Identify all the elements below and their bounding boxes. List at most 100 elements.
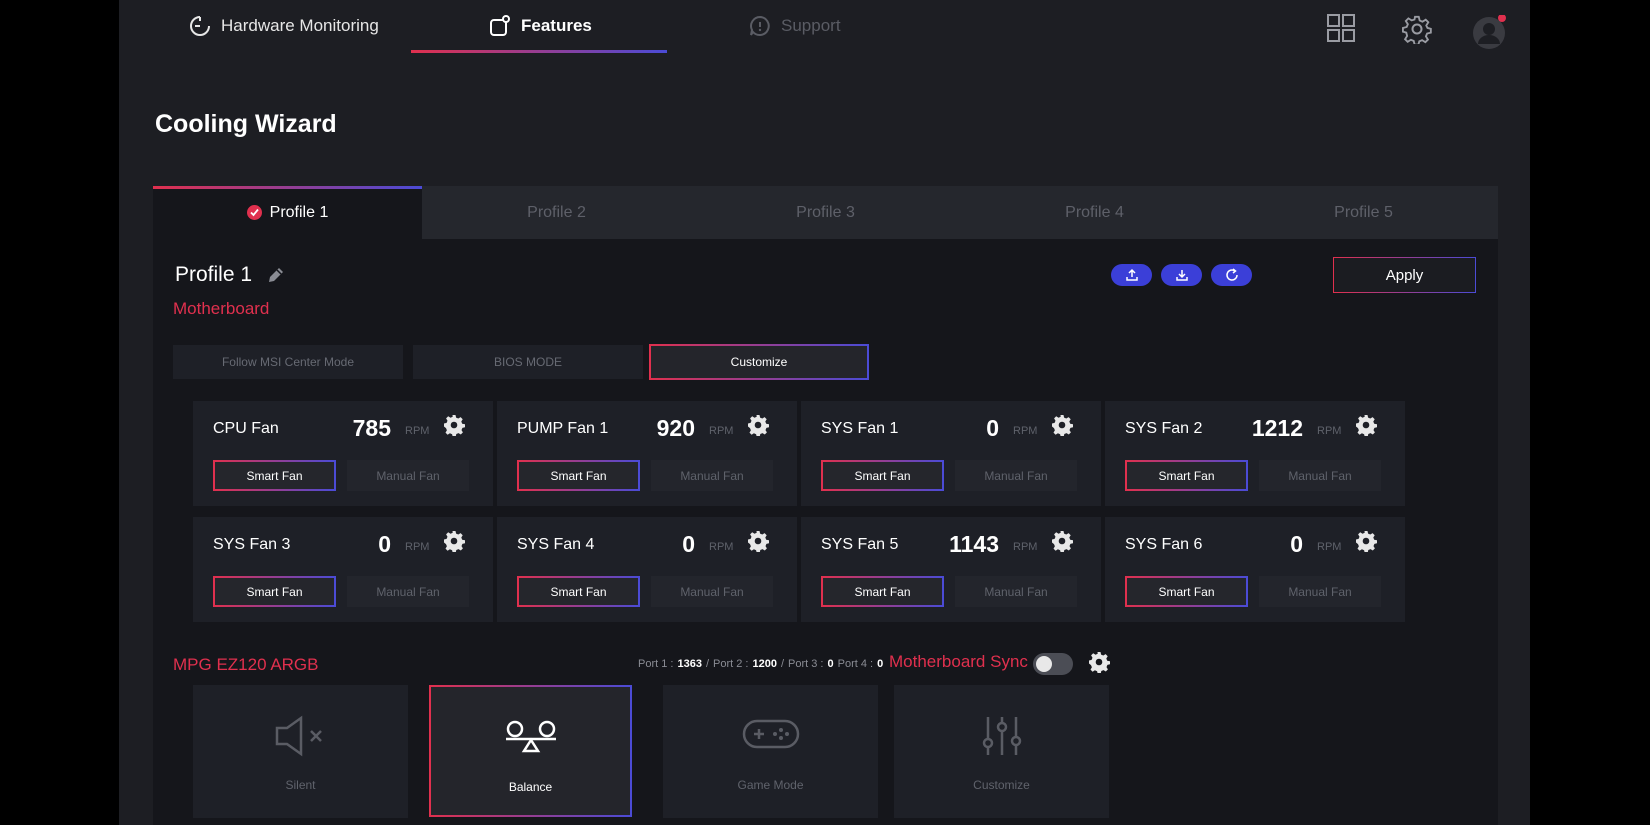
apply-button[interactable]: Apply	[1333, 257, 1476, 293]
manual-fan-button[interactable]: Manual Fan	[347, 460, 469, 491]
upload-icon	[1125, 268, 1138, 281]
fan-card-sys-fan-5: SYS Fan 5 1143 RPM Smart Fan Manual Fan	[801, 517, 1101, 622]
fan-settings-gear-icon[interactable]	[1051, 530, 1073, 557]
nav-hardware-monitoring-label: Hardware Monitoring	[221, 16, 379, 35]
motherboard-sync-toggle[interactable]	[1033, 653, 1073, 675]
fan-card-sys-fan-3: SYS Fan 3 0 RPM Smart Fan Manual Fan	[193, 517, 493, 622]
active-check-icon	[246, 205, 262, 220]
bios-mode-button[interactable]: BIOS MODE	[413, 345, 643, 379]
fan-name: SYS Fan 5	[821, 536, 899, 553]
nav-active-underline	[411, 50, 667, 53]
settings-gear-icon[interactable]	[1402, 14, 1432, 49]
profile-panel: Profile 1 Apply Motherboard Follow MSI C…	[153, 239, 1498, 825]
smart-fan-button[interactable]: Smart Fan	[517, 576, 640, 607]
smart-fan-button[interactable]: Smart Fan	[213, 576, 336, 607]
manual-fan-button[interactable]: Manual Fan	[955, 460, 1077, 491]
profile-name-label: Profile 1	[175, 263, 253, 286]
fan-settings-gear-icon[interactable]	[443, 414, 465, 441]
fan-name: SYS Fan 4	[517, 536, 595, 553]
tab-profile-1[interactable]: Profile 1	[153, 186, 422, 239]
tab-label: Profile 5	[1334, 203, 1393, 221]
fan-name: SYS Fan 2	[1125, 420, 1203, 437]
fan-name: CPU Fan	[213, 420, 279, 437]
fan-name: SYS Fan 6	[1125, 536, 1203, 553]
argb-section-label: MPG EZ120 ARGB	[173, 655, 319, 674]
fan-settings-gear-icon[interactable]	[1051, 414, 1073, 441]
argb-mode-game-mode[interactable]: Game Mode	[663, 685, 878, 818]
profile-name: Profile 1	[175, 263, 286, 287]
fan-card-pump-fan-1: PUMP Fan 1 920 RPM Smart Fan Manual Fan	[497, 401, 797, 506]
argb-mode-silent[interactable]: Silent	[193, 685, 408, 818]
user-avatar-icon[interactable]	[1473, 14, 1507, 54]
fan-rpm-unit: RPM	[405, 541, 430, 553]
tab-label: Profile 4	[1065, 203, 1124, 221]
tab-profile-4[interactable]: Profile 4	[960, 186, 1229, 239]
export-profile-button[interactable]	[1111, 264, 1152, 286]
port-1-label: Port 1 :	[638, 658, 674, 670]
follow-msi-center-mode-button[interactable]: Follow MSI Center Mode	[173, 345, 403, 379]
argb-settings-gear-icon[interactable]	[1088, 651, 1110, 678]
smart-fan-button[interactable]: Smart Fan	[213, 460, 336, 491]
nav-support[interactable]: Support	[749, 0, 841, 52]
download-icon	[1175, 270, 1188, 281]
manual-fan-button[interactable]: Manual Fan	[651, 460, 773, 491]
port-separator: /	[780, 658, 785, 670]
nav-hardware-monitoring[interactable]: Hardware Monitoring	[189, 0, 379, 52]
fan-rpm-unit: RPM	[1013, 425, 1038, 437]
manual-fan-button[interactable]: Manual Fan	[955, 576, 1077, 607]
fan-rpm-value: 920	[656, 415, 695, 441]
fan-rpm-value: 0	[1290, 531, 1303, 557]
reset-profile-button[interactable]	[1211, 264, 1252, 286]
fan-settings-gear-icon[interactable]	[747, 530, 769, 557]
port-2-value: 1200	[752, 658, 777, 670]
argb-mode-balance[interactable]: Balance	[429, 685, 632, 817]
nav-support-label: Support	[781, 16, 841, 35]
fan-rpm-value: 785	[352, 415, 391, 441]
smart-fan-button[interactable]: Smart Fan	[1125, 460, 1248, 491]
smart-fan-button[interactable]: Smart Fan	[517, 460, 640, 491]
fan-settings-gear-icon[interactable]	[1355, 414, 1377, 441]
manual-fan-button[interactable]: Manual Fan	[651, 576, 773, 607]
mode-label: Customize	[973, 778, 1030, 792]
page-title: Cooling Wizard	[155, 110, 337, 138]
nav-features[interactable]: Features	[489, 0, 592, 52]
port-3-label: Port 3 :	[788, 658, 824, 670]
fan-rpm-unit: RPM	[405, 425, 430, 437]
tab-label: Profile 3	[796, 203, 855, 221]
customize-mode-button[interactable]: Customize	[649, 344, 869, 380]
smart-fan-button[interactable]: Smart Fan	[821, 460, 944, 491]
port-readouts: Port 1 :1363 / Port 2 :1200 / Port 3 :0 …	[638, 658, 883, 670]
tab-label: Profile 1	[269, 203, 329, 221]
port-1-value: 1363	[677, 658, 702, 670]
fan-rpm-unit: RPM	[709, 541, 734, 553]
fan-settings-gear-icon[interactable]	[1355, 530, 1377, 557]
import-profile-button[interactable]	[1161, 264, 1202, 286]
manual-fan-button[interactable]: Manual Fan	[1259, 576, 1381, 607]
pencil-edit-icon[interactable]	[266, 265, 286, 285]
smart-fan-button[interactable]: Smart Fan	[821, 576, 944, 607]
toggle-knob	[1036, 656, 1052, 672]
fan-rpm-value: 0	[682, 531, 695, 557]
fan-settings-gear-icon[interactable]	[747, 414, 769, 441]
balance-icon	[431, 717, 630, 753]
speaker-mute-icon	[193, 715, 408, 757]
mode-label: Silent	[285, 778, 316, 792]
tab-profile-5[interactable]: Profile 5	[1229, 186, 1498, 239]
tab-profile-2[interactable]: Profile 2	[422, 186, 691, 239]
power-gauge-icon	[189, 15, 211, 37]
refresh-icon	[1225, 268, 1238, 281]
tab-label: Profile 2	[527, 203, 586, 221]
fan-card-sys-fan-1: SYS Fan 1 0 RPM Smart Fan Manual Fan	[801, 401, 1101, 506]
grid-apps-icon[interactable]	[1327, 14, 1355, 47]
port-separator: /	[705, 658, 710, 670]
argb-mode-customize[interactable]: Customize	[894, 685, 1109, 818]
fan-card-sys-fan-2: SYS Fan 2 1212 RPM Smart Fan Manual Fan	[1105, 401, 1405, 506]
fan-rpm-value: 1212	[1251, 415, 1303, 441]
motherboard-section-label: Motherboard	[173, 299, 270, 318]
tab-profile-3[interactable]: Profile 3	[691, 186, 960, 239]
manual-fan-button[interactable]: Manual Fan	[1259, 460, 1381, 491]
fan-settings-gear-icon[interactable]	[443, 530, 465, 557]
fan-name: SYS Fan 3	[213, 536, 291, 553]
manual-fan-button[interactable]: Manual Fan	[347, 576, 469, 607]
smart-fan-button[interactable]: Smart Fan	[1125, 576, 1248, 607]
